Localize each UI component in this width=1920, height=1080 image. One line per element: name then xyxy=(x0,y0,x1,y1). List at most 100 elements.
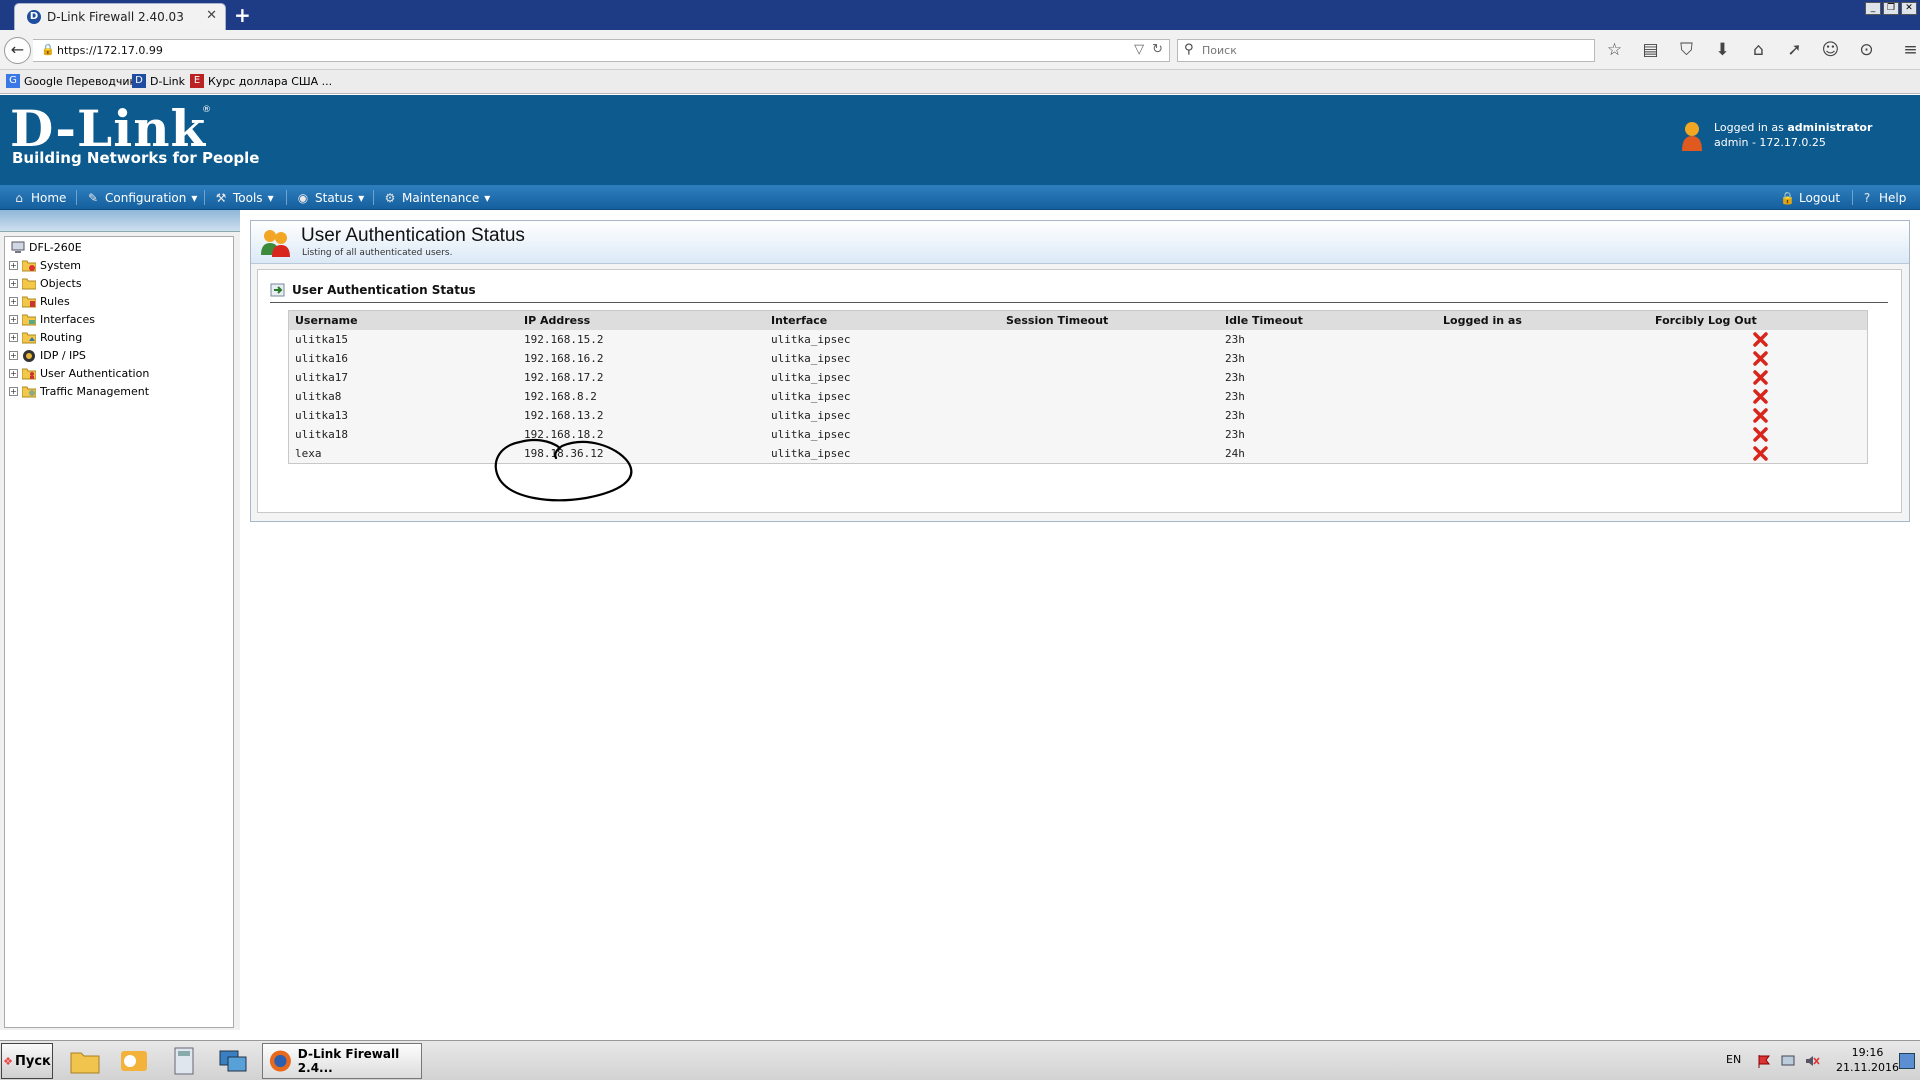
network-icon[interactable] xyxy=(1780,1053,1796,1069)
cell-ip: 192.168.15.2 xyxy=(524,333,604,346)
action-center-flag-icon[interactable] xyxy=(1756,1053,1772,1069)
file-explorer-icon[interactable] xyxy=(68,1045,102,1077)
pocket-icon[interactable]: ⛉ xyxy=(1674,38,1699,63)
keyboard-language[interactable]: EN xyxy=(1726,1053,1741,1066)
tree-item-system[interactable]: + System xyxy=(9,259,81,272)
tree-item-user-authentication[interactable]: + User Authentication xyxy=(9,367,149,380)
menu-logout[interactable]: 🔒 Logout xyxy=(1780,185,1840,210)
system-clock[interactable]: 19:16 21.11.2016 xyxy=(1836,1045,1899,1075)
lock-icon: 🔒 xyxy=(41,43,55,56)
col-interface: Interface xyxy=(771,314,828,327)
registered-mark: ® xyxy=(202,105,211,115)
table-header-row: Username IP Address Interface Session Ti… xyxy=(289,311,1867,330)
folder-icon xyxy=(22,260,36,272)
chevron-down-icon: ▾ xyxy=(267,190,274,205)
chevron-down-icon: ▾ xyxy=(358,190,365,205)
reading-list-icon[interactable]: ▤ xyxy=(1638,38,1663,63)
expand-icon[interactable]: + xyxy=(9,279,18,288)
reload-icon[interactable]: ↻ xyxy=(1152,42,1163,57)
tree-item-idp-ips[interactable]: + IDP / IPS xyxy=(9,349,86,362)
bookmark-dlink[interactable]: D D-Link xyxy=(132,74,185,88)
close-window-button[interactable]: ✕ xyxy=(1901,2,1917,15)
send-icon[interactable]: ➚ xyxy=(1782,38,1807,63)
chevron-down-icon: ▾ xyxy=(484,190,491,205)
browser-tab[interactable]: D D-Link Firewall 2.40.03 ✕ xyxy=(14,3,226,30)
start-button[interactable]: ❖ Пуск xyxy=(1,1043,53,1079)
expand-icon[interactable]: + xyxy=(9,297,18,306)
url-text[interactable]: https://172.17.0.99 xyxy=(57,44,163,57)
cell-idle-timeout: 23h xyxy=(1225,352,1245,365)
tree-item-interfaces[interactable]: + Interfaces xyxy=(9,313,95,326)
cell-interface: ulitka_ipsec xyxy=(771,333,851,346)
bookmark-star-icon[interactable]: ☆ xyxy=(1602,38,1627,63)
tree-item-rules[interactable]: + Rules xyxy=(9,295,70,308)
page-title: User Authentication Status xyxy=(301,225,525,246)
search-input[interactable] xyxy=(1200,41,1580,60)
tree-item-traffic-management[interactable]: + Traffic Management xyxy=(9,385,149,398)
remote-desktop-icon[interactable] xyxy=(216,1045,250,1077)
close-tab-icon[interactable]: ✕ xyxy=(206,8,217,23)
arrow-right-icon xyxy=(270,283,285,297)
bookmark-dollar-rate[interactable]: Е Курс доллара США ... xyxy=(190,74,332,88)
tab-title: D-Link Firewall 2.40.03 xyxy=(47,10,184,24)
menu-status[interactable]: ◉ Status ▾ xyxy=(296,185,365,210)
volume-muted-icon[interactable] xyxy=(1804,1053,1820,1069)
menu-help[interactable]: ? Help xyxy=(1860,185,1907,210)
expand-icon[interactable]: + xyxy=(9,351,18,360)
force-logout-icon[interactable] xyxy=(1753,370,1768,385)
windows-logo-icon: ❖ xyxy=(3,1054,13,1068)
cell-interface: ulitka_ipsec xyxy=(771,409,851,422)
expand-icon[interactable]: + xyxy=(9,333,18,342)
dropdown-arrow-icon[interactable]: ▽ xyxy=(1134,42,1144,57)
force-logout-icon[interactable] xyxy=(1753,351,1768,366)
table-row: ulitka8 192.168.8.2 ulitka_ipsec 23h xyxy=(289,387,1867,406)
traffic-folder-icon xyxy=(22,386,36,398)
folder-icon xyxy=(22,314,36,326)
restore-button[interactable]: ❐ xyxy=(1883,2,1899,15)
menu-configuration[interactable]: ✎ Configuration ▾ xyxy=(86,185,197,210)
address-bar[interactable]: 🔒 https://172.17.0.99 ▽ ↻ xyxy=(33,39,1170,62)
download-icon[interactable]: ⬇ xyxy=(1710,38,1735,63)
chat-icon[interactable]: ☺ xyxy=(1818,38,1843,63)
addon-icon[interactable]: ⊙ xyxy=(1854,38,1879,63)
expand-icon[interactable]: + xyxy=(9,261,18,270)
force-logout-icon[interactable] xyxy=(1753,389,1768,404)
search-bar[interactable]: ⚲ xyxy=(1177,39,1595,62)
force-logout-icon[interactable] xyxy=(1753,408,1768,423)
clock-time: 19:16 xyxy=(1851,1046,1884,1059)
col-session-timeout: Session Timeout xyxy=(1006,314,1109,327)
outlook-icon[interactable] xyxy=(117,1045,151,1077)
force-logout-icon[interactable] xyxy=(1753,427,1768,442)
cell-username: lexa xyxy=(295,447,322,460)
bookmark-google-translate[interactable]: G Google Переводчик xyxy=(6,74,136,88)
menu-home[interactable]: ⌂ Home xyxy=(12,185,66,210)
new-tab-button[interactable]: + xyxy=(234,3,251,27)
table-row: ulitka15 192.168.15.2 ulitka_ipsec 23h xyxy=(289,330,1867,349)
cell-ip: 192.168.8.2 xyxy=(524,390,597,403)
menu-maintenance[interactable]: ⚙ Maintenance ▾ xyxy=(383,185,491,210)
menu-tools[interactable]: ⚒ Tools ▾ xyxy=(214,185,274,210)
folder-icon xyxy=(22,332,36,344)
menu-hamburger-icon[interactable]: ≡ xyxy=(1898,38,1920,63)
show-desktop-button[interactable] xyxy=(1899,1053,1915,1069)
shield-icon xyxy=(23,350,35,362)
taskbar-firefox-window[interactable]: D-Link Firewall 2.4... xyxy=(262,1043,422,1079)
tree-item-objects[interactable]: + Objects xyxy=(9,277,82,290)
force-logout-icon[interactable] xyxy=(1753,446,1768,461)
minimize-button[interactable]: _ xyxy=(1865,2,1881,15)
cell-interface: ulitka_ipsec xyxy=(771,447,851,460)
back-button[interactable]: ← xyxy=(4,37,31,64)
expand-icon[interactable]: + xyxy=(9,315,18,324)
home-icon: ⌂ xyxy=(15,190,23,205)
col-username: Username xyxy=(295,314,358,327)
device-icon xyxy=(11,241,25,253)
home-icon[interactable]: ⌂ xyxy=(1746,38,1771,63)
tree-item-routing[interactable]: + Routing xyxy=(9,331,82,344)
expand-icon[interactable]: + xyxy=(9,387,18,396)
tree-root-device[interactable]: DFL-260E xyxy=(11,241,82,254)
expand-icon[interactable]: + xyxy=(9,369,18,378)
table-row: ulitka17 192.168.17.2 ulitka_ipsec 23h xyxy=(289,368,1867,387)
force-logout-icon[interactable] xyxy=(1753,332,1768,347)
calculator-icon[interactable] xyxy=(167,1045,201,1077)
page-subtitle: Listing of all authenticated users. xyxy=(302,248,453,258)
